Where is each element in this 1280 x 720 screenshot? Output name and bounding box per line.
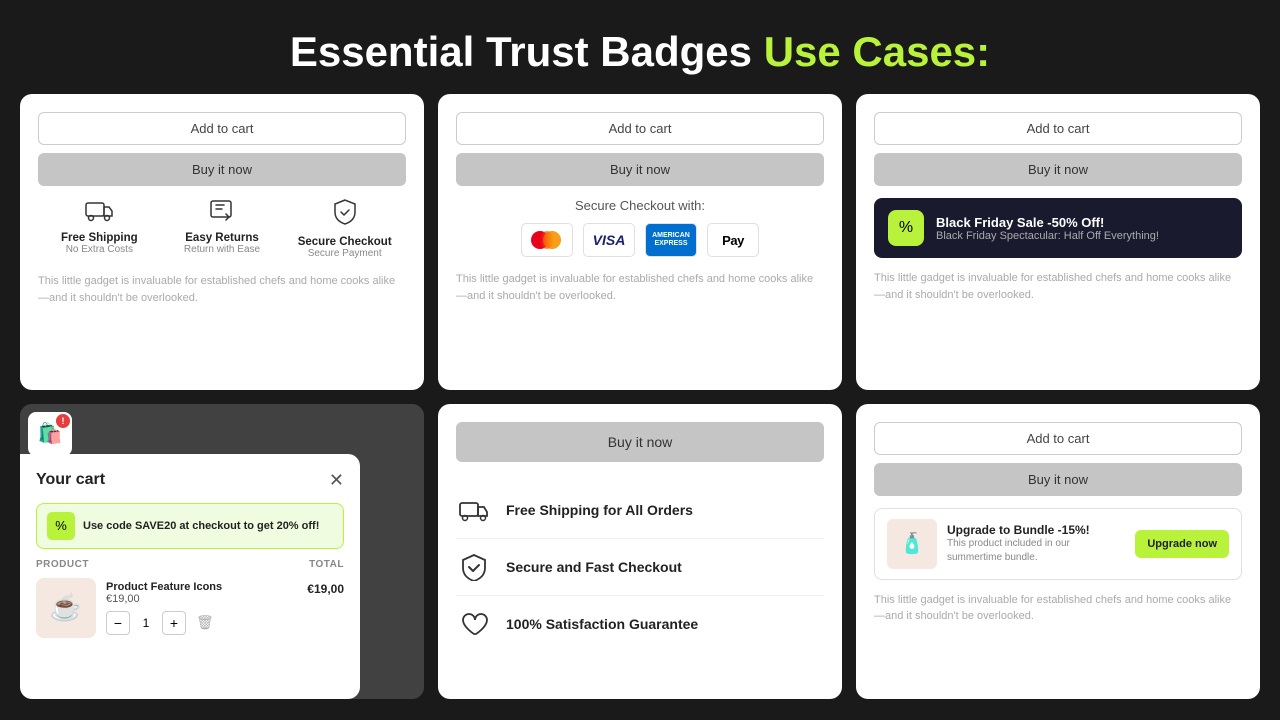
black-friday-banner: % Black Friday Sale -50% Off! Black Frid…	[874, 198, 1242, 258]
card3-desc: This little gadget is invaluable for est…	[874, 270, 1242, 303]
card-payment-icons: Add to cart Buy it now Secure Checkout w…	[438, 94, 842, 390]
list-item-satisfaction: 100% Satisfaction Guarantee	[456, 596, 824, 652]
trust-badge-secure: Secure Checkout Secure Payment	[283, 198, 406, 259]
returns-icon	[161, 198, 284, 228]
card6-desc: This little gadget is invaluable for est…	[874, 592, 1242, 625]
cart-title: Your cart	[36, 471, 105, 489]
shipping-list-text: Free Shipping for All Orders	[506, 502, 693, 518]
heart-icon	[456, 606, 492, 642]
cart-item-info: Product Feature Icons €19,00 − 1 + 🗑	[106, 581, 297, 635]
cart-item-image: ☕	[36, 578, 96, 638]
cart-corner-icon: 🛍️ !	[28, 412, 72, 456]
buy-it-now-button-6[interactable]: Buy it now	[874, 463, 1242, 496]
buy-it-now-button-2[interactable]: Buy it now	[456, 153, 824, 186]
cards-grid: Add to cart Buy it now Free Shipping No …	[0, 94, 1280, 699]
delete-icon[interactable]: 🗑	[196, 614, 214, 631]
cart-item-name: Product Feature Icons	[106, 581, 297, 593]
add-to-cart-button-3[interactable]: Add to cart	[874, 112, 1242, 145]
close-icon[interactable]: ✕	[329, 470, 344, 491]
card-black-friday: Add to cart Buy it now % Black Friday Sa…	[856, 94, 1260, 390]
add-to-cart-button-6[interactable]: Add to cart	[874, 422, 1242, 455]
card-shipping-list: Buy it now Free Shipping for All Orders	[438, 404, 842, 700]
trust-badge-shipping: Free Shipping No Extra Costs	[38, 198, 161, 259]
page-title: Essential Trust Badges Use Cases:	[0, 0, 1280, 94]
cart-item-total: €19,00	[307, 582, 344, 596]
truck-icon	[38, 198, 161, 228]
payment-icons-row: VISA AMERICANEXPRESS Pay	[456, 223, 824, 257]
trust-list: Free Shipping for All Orders Secure and …	[456, 482, 824, 652]
cart-panel: Your cart ✕ % Use code SAVE20 at checkou…	[20, 454, 360, 700]
list-item-checkout: Secure and Fast Checkout	[456, 539, 824, 596]
amex-icon: AMERICANEXPRESS	[645, 223, 697, 257]
upgrade-sub: This product included in our summertime …	[947, 537, 1125, 565]
trust-badges-row: Free Shipping No Extra Costs Easy Return…	[38, 198, 406, 259]
card2-desc: This little gadget is invaluable for est…	[456, 271, 824, 304]
promo-percent-icon: %	[47, 512, 75, 540]
checkout-list-text: Secure and Fast Checkout	[506, 559, 682, 575]
qty-value: 1	[136, 616, 156, 630]
card-trust-badges: Add to cart Buy it now Free Shipping No …	[20, 94, 424, 390]
shield-icon	[283, 198, 406, 232]
upgrade-now-button[interactable]: Upgrade now	[1135, 530, 1229, 558]
list-item-shipping: Free Shipping for All Orders	[456, 482, 824, 539]
visa-icon: VISA	[583, 223, 635, 257]
satisfaction-list-text: 100% Satisfaction Guarantee	[506, 616, 698, 632]
bf-text: Black Friday Sale -50% Off! Black Friday…	[936, 215, 1159, 242]
qty-controls: − 1 + 🗑	[106, 611, 297, 635]
card-bundle-upgrade: Add to cart Buy it now 🧴 Upgrade to Bund…	[856, 404, 1260, 700]
buy-it-now-button-3[interactable]: Buy it now	[874, 153, 1242, 186]
shield-check-icon	[456, 549, 492, 585]
cart-header: Your cart ✕	[36, 470, 344, 491]
percent-icon: %	[888, 210, 924, 246]
cart-item-price: €19,00	[106, 593, 297, 605]
cart-item: ☕ Product Feature Icons €19,00 − 1 + 🗑 €…	[36, 578, 344, 638]
bundle-image: 🧴	[887, 519, 937, 569]
trust-badge-returns: Easy Returns Return with Ease	[161, 198, 284, 259]
mastercard-icon	[521, 223, 573, 257]
secure-checkout-label: Secure Checkout with:	[456, 198, 824, 213]
apple-pay-icon: Pay	[707, 223, 759, 257]
buy-it-now-button-1[interactable]: Buy it now	[38, 153, 406, 186]
card-cart: 🛍️ ! Your cart ✕ % Use code SAVE20 at ch…	[20, 404, 424, 700]
card1-desc: This little gadget is invaluable for est…	[38, 273, 406, 306]
buy-it-now-button-5[interactable]: Buy it now	[456, 422, 824, 462]
promo-banner: % Use code SAVE20 at checkout to get 20%…	[36, 503, 344, 549]
cart-columns: PRODUCT TOTAL	[36, 559, 344, 570]
truck-icon-list	[456, 492, 492, 528]
add-to-cart-button-1[interactable]: Add to cart	[38, 112, 406, 145]
qty-decrease-button[interactable]: −	[106, 611, 130, 635]
add-to-cart-button-2[interactable]: Add to cart	[456, 112, 824, 145]
promo-text: Use code SAVE20 at checkout to get 20% o…	[83, 520, 319, 532]
cart-count-badge: !	[56, 414, 70, 428]
upgrade-title: Upgrade to Bundle -15%!	[947, 523, 1125, 537]
upgrade-info: Upgrade to Bundle -15%! This product inc…	[947, 523, 1125, 565]
upgrade-banner: 🧴 Upgrade to Bundle -15%! This product i…	[874, 508, 1242, 580]
qty-increase-button[interactable]: +	[162, 611, 186, 635]
